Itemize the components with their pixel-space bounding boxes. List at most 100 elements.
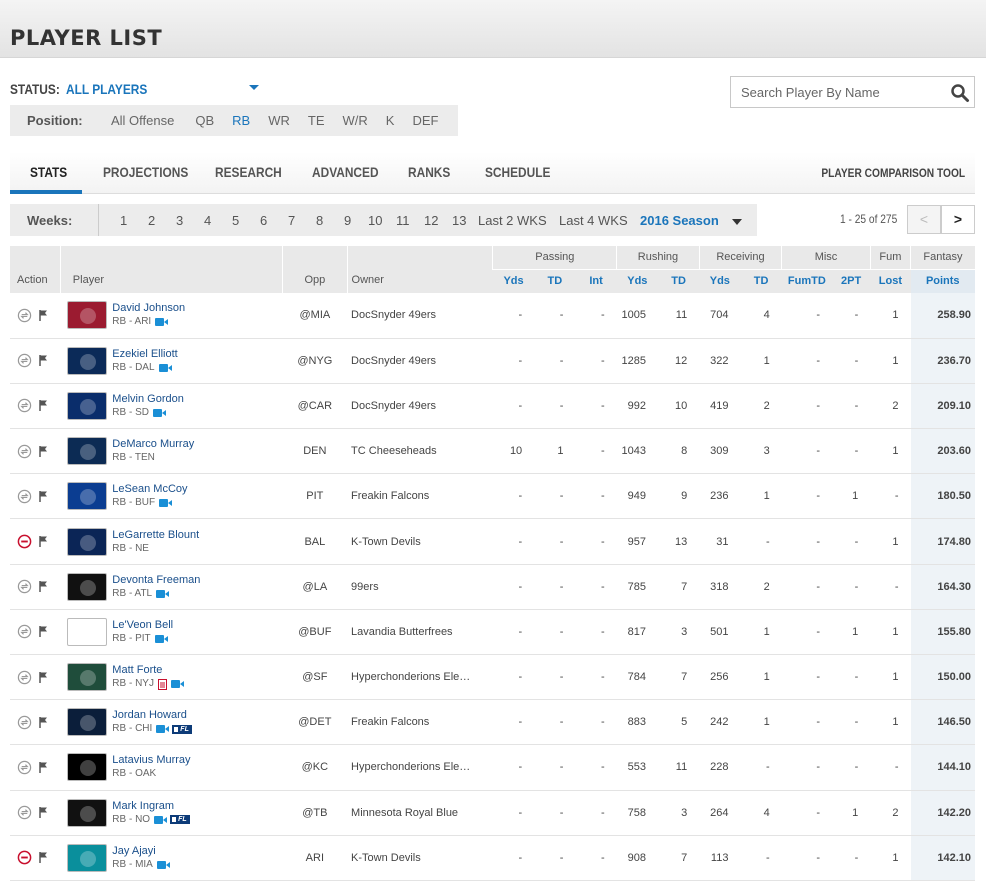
trade-icon[interactable] xyxy=(17,579,32,594)
col-header-player[interactable]: Player xyxy=(59,246,283,293)
col-header-owner[interactable]: Owner xyxy=(346,246,493,293)
owner-link[interactable]: TC Cheeseheads xyxy=(347,428,493,475)
flag-icon[interactable] xyxy=(39,400,48,412)
owner-link[interactable]: DocSnyder 49ers xyxy=(347,383,493,430)
player-name-link[interactable]: Matt Forte xyxy=(112,663,184,677)
week-option[interactable]: 10 xyxy=(368,213,382,228)
player-name-link[interactable]: Mark Ingram xyxy=(112,799,189,813)
week-option-last-4[interactable]: Last 4 WKS xyxy=(559,213,628,228)
flag-icon[interactable] xyxy=(39,355,48,367)
flag-icon[interactable] xyxy=(39,852,48,864)
owner-link[interactable]: DocSnyder 49ers xyxy=(347,338,493,384)
week-option-last-2[interactable]: Last 2 WKS xyxy=(478,213,547,228)
week-option[interactable]: 2 xyxy=(148,213,155,228)
col-header-rec-td[interactable]: TD xyxy=(740,268,782,293)
player-name-link[interactable]: Ezekiel Elliott xyxy=(112,347,177,361)
owner-link[interactable]: Freakin Falcons xyxy=(347,699,493,746)
video-icon[interactable] xyxy=(158,363,172,372)
video-icon[interactable] xyxy=(154,815,168,824)
player-name-link[interactable]: LeSean McCoy xyxy=(112,482,187,496)
video-icon[interactable] xyxy=(170,680,184,689)
week-option[interactable]: 11 xyxy=(396,213,410,228)
flag-icon[interactable] xyxy=(39,536,48,548)
tab-schedule[interactable]: SCHEDULE xyxy=(485,164,550,180)
flag-icon[interactable] xyxy=(39,445,48,457)
position-option-k[interactable]: K xyxy=(377,113,404,128)
col-header-fumtd[interactable]: FumTD xyxy=(781,268,833,293)
owner-link[interactable]: Hyperchonderions Ele… xyxy=(347,654,493,701)
chevron-down-icon[interactable] xyxy=(732,219,742,225)
season-dropdown[interactable]: 2016 Season xyxy=(640,213,719,228)
status-dropdown[interactable]: ALL PLAYERS xyxy=(66,81,219,97)
week-option[interactable]: 5 xyxy=(232,213,239,228)
trade-icon[interactable] xyxy=(17,715,32,730)
flag-icon[interactable] xyxy=(39,761,48,773)
player-comparison-tool-link[interactable]: PLAYER COMPARISON TOOL xyxy=(821,166,965,180)
week-option[interactable]: 7 xyxy=(288,213,295,228)
flag-icon[interactable] xyxy=(39,716,48,728)
week-option[interactable]: 3 xyxy=(176,213,183,228)
trade-icon[interactable] xyxy=(17,805,32,820)
flag-icon[interactable] xyxy=(39,490,48,502)
video-icon[interactable] xyxy=(152,408,166,417)
col-header-2pt[interactable]: 2PT xyxy=(832,268,871,293)
owner-link[interactable]: Hyperchonderions Ele… xyxy=(347,744,493,791)
player-name-link[interactable]: Latavius Murray xyxy=(112,753,190,767)
position-option-rb[interactable]: RB xyxy=(223,113,259,128)
player-name-link[interactable]: Jordan Howard xyxy=(112,708,192,722)
week-option[interactable]: 1 xyxy=(120,213,127,228)
col-header-pass-td[interactable]: TD xyxy=(534,268,576,293)
position-option-wr-combo[interactable]: W/R xyxy=(334,113,377,128)
owner-link[interactable]: Lavandia Butterfrees xyxy=(347,609,493,656)
player-name-link[interactable]: LeGarrette Blount xyxy=(112,528,199,542)
trade-icon[interactable] xyxy=(17,308,32,323)
trade-icon[interactable] xyxy=(17,398,32,413)
owner-link[interactable]: Freakin Falcons xyxy=(347,473,493,520)
col-header-rush-td[interactable]: TD xyxy=(657,268,700,293)
col-header-lost[interactable]: Lost xyxy=(870,268,911,293)
trade-icon[interactable] xyxy=(17,670,32,685)
week-option[interactable]: 4 xyxy=(204,213,211,228)
search-icon[interactable] xyxy=(950,83,970,103)
owner-link[interactable]: K-Town Devils xyxy=(347,518,493,565)
video-icon[interactable] xyxy=(154,634,168,643)
player-name-link[interactable]: Devonta Freeman xyxy=(112,573,200,587)
player-name-link[interactable]: Jay Ajayi xyxy=(112,844,170,858)
player-name-link[interactable]: David Johnson xyxy=(112,301,185,315)
video-icon[interactable] xyxy=(156,589,170,598)
col-header-pass-int[interactable]: Int xyxy=(575,268,617,293)
trade-icon[interactable] xyxy=(17,353,32,368)
news-note-icon[interactable] xyxy=(157,678,167,690)
video-icon[interactable] xyxy=(155,318,169,327)
owner-link[interactable]: Minnesota Royal Blue xyxy=(347,790,493,836)
week-option[interactable]: 13 xyxy=(452,213,466,228)
status-filter[interactable]: STATUS: ALL PLAYERS xyxy=(10,79,259,99)
player-name-link[interactable]: Melvin Gordon xyxy=(112,392,184,406)
player-name-link[interactable]: DeMarco Murray xyxy=(112,437,194,451)
flag-icon[interactable] xyxy=(39,807,48,819)
trade-icon[interactable] xyxy=(17,760,32,775)
flag-icon[interactable] xyxy=(39,309,48,321)
fantasy-live-badge[interactable]: FL xyxy=(170,815,190,825)
pager-prev-button[interactable]: < xyxy=(907,205,941,234)
tab-projections[interactable]: PROJECTIONS xyxy=(103,164,188,180)
trade-icon[interactable] xyxy=(17,489,32,504)
position-option-all-offense[interactable]: All Offense xyxy=(101,113,183,128)
position-option-qb[interactable]: QB xyxy=(183,113,223,128)
owner-link[interactable]: DocSnyder 49ers xyxy=(347,293,493,339)
trade-icon[interactable] xyxy=(17,624,32,639)
fantasy-live-badge[interactable]: FL xyxy=(172,724,192,734)
col-header-points[interactable]: Points xyxy=(910,268,975,293)
position-option-te[interactable]: TE xyxy=(299,113,334,128)
owner-link[interactable]: K-Town Devils xyxy=(347,835,493,881)
col-header-opp[interactable]: Opp xyxy=(282,246,348,293)
week-option[interactable]: 8 xyxy=(316,213,323,228)
search-input[interactable] xyxy=(741,84,941,100)
drop-icon[interactable] xyxy=(17,850,32,865)
col-header-pass-yds[interactable]: Yds xyxy=(492,268,535,293)
position-option-wr[interactable]: WR xyxy=(259,113,299,128)
video-icon[interactable] xyxy=(159,499,173,508)
flag-icon[interactable] xyxy=(39,581,48,593)
tab-advanced[interactable]: ADVANCED xyxy=(312,164,379,180)
drop-icon[interactable] xyxy=(17,534,32,549)
